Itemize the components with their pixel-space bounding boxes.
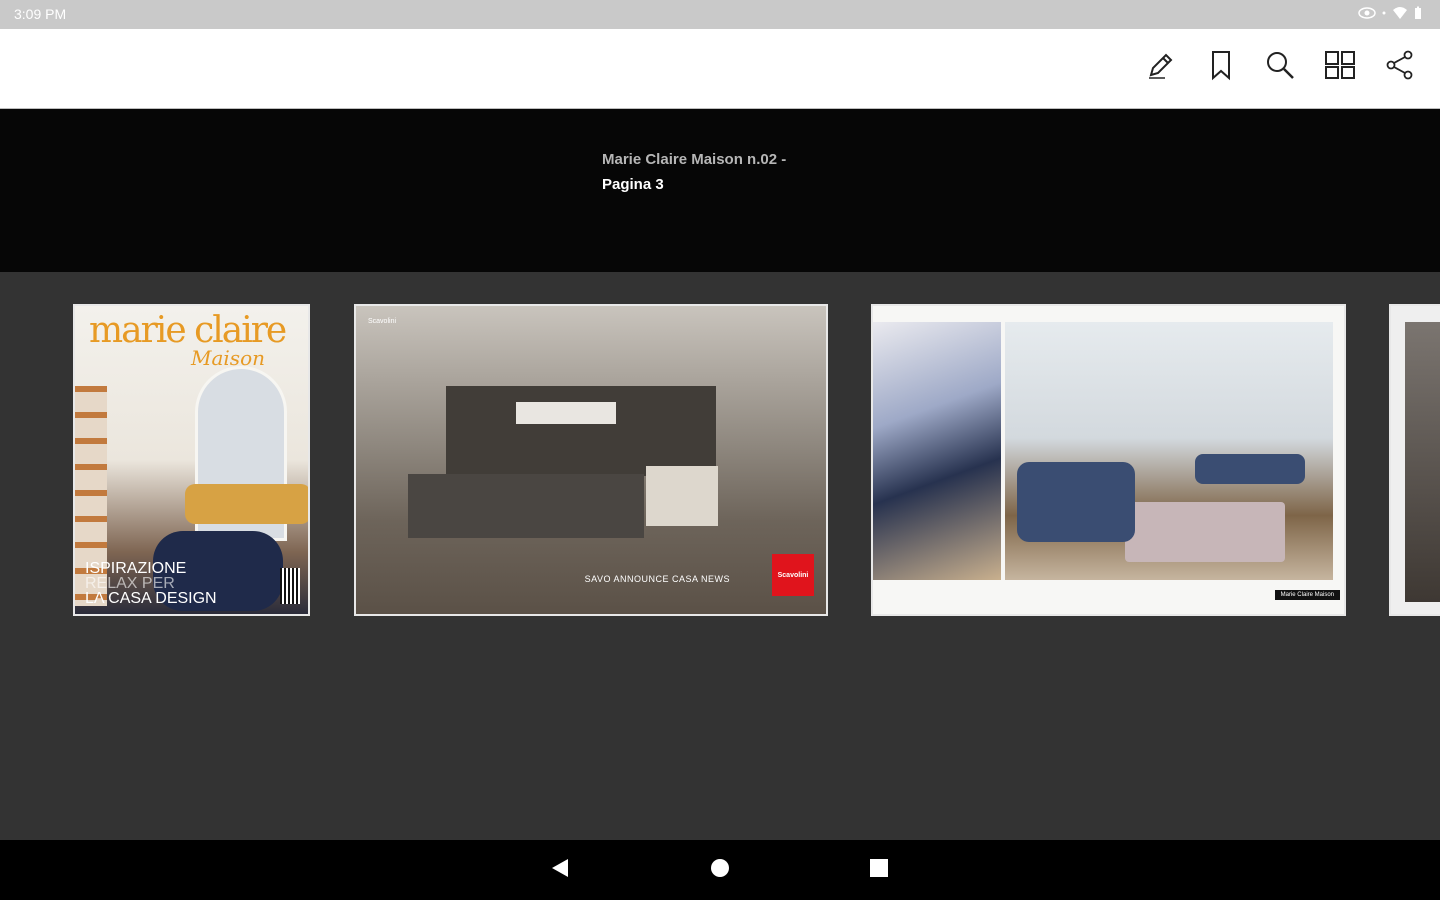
status-time: 3:09 PM [14, 6, 67, 22]
recents-square-icon [869, 858, 889, 883]
cover-subtitle: Maison [191, 346, 265, 370]
spread-left-image [873, 322, 1001, 580]
bookmark-button[interactable] [1203, 49, 1239, 85]
thumbnail-page-2[interactable]: Scavolini SAVO ANNOUNCE CASA NEWS Scavol… [354, 304, 828, 616]
thumbnail-cover[interactable]: marie claire Maison ISPIRAZIONE RELAX PE… [73, 304, 310, 616]
search-icon [1264, 49, 1296, 86]
kitchen-hood [516, 402, 616, 424]
page-label: Pagina 3 [602, 176, 664, 193]
spread-sofa-right [1195, 454, 1305, 484]
annotate-button[interactable] [1143, 49, 1179, 85]
eye-icon [1358, 6, 1376, 25]
cover-headline-line-1: ISPIRAZIONE [85, 560, 187, 577]
page-grid-button[interactable] [1322, 49, 1358, 85]
kitchen-wall-units [446, 386, 716, 476]
cover-headline-line-2: RELAX PER [85, 575, 175, 592]
kitchen-brandmark: Scavolini [368, 318, 397, 325]
cover-headline-line-3: LA CASA DESIGN [85, 590, 217, 607]
search-button[interactable] [1262, 49, 1298, 85]
page-info-panel: Marie Claire Maison n.02 - Pagina 3 [0, 109, 1440, 284]
kitchen-brand-logo: Scavolini [772, 554, 814, 596]
thumbnail-page-3[interactable]: Marie Claire Maison [871, 304, 1346, 616]
kitchen-island [408, 474, 644, 538]
back-button[interactable] [548, 858, 572, 882]
cover-barcode [280, 568, 300, 604]
pencil-icon [1145, 49, 1177, 86]
home-circle-icon [709, 857, 731, 884]
page-thumbnail-strip[interactable]: marie claire Maison ISPIRAZIONE RELAX PE… [0, 272, 1440, 840]
page-grid-icon [1323, 49, 1357, 86]
spread-rug [1125, 502, 1285, 562]
partial-page-image [1405, 322, 1440, 602]
battery-icon [1414, 6, 1422, 25]
cover-headline: ISPIRAZIONE RELAX PER LA CASA DESIGN [85, 560, 217, 607]
kitchen-counter [646, 466, 718, 526]
status-icons [1358, 6, 1422, 25]
bookmark-icon [1207, 49, 1235, 86]
kitchen-tagline: SAVO ANNOUNCE CASA NEWS [584, 574, 730, 584]
cover-masthead: marie claire [89, 310, 287, 351]
cover-sofa [185, 484, 308, 524]
wifi-icon [1392, 6, 1408, 25]
recents-button[interactable] [867, 858, 891, 882]
back-triangle-icon [550, 857, 570, 884]
reader-toolbar [0, 29, 1440, 109]
spread-caption: Marie Claire Maison [1274, 590, 1340, 600]
system-nav-bar [0, 840, 1440, 900]
spread-right-image [1005, 322, 1333, 580]
thumbnail-page-4[interactable] [1389, 304, 1440, 616]
home-button[interactable] [708, 858, 732, 882]
status-bar: 3:09 PM [0, 0, 1440, 29]
spread-sofa-left [1017, 462, 1135, 542]
share-button[interactable] [1382, 49, 1418, 85]
share-icon [1384, 49, 1416, 86]
dot-icon [1382, 6, 1386, 25]
issue-title: Marie Claire Maison n.02 - [602, 151, 787, 168]
